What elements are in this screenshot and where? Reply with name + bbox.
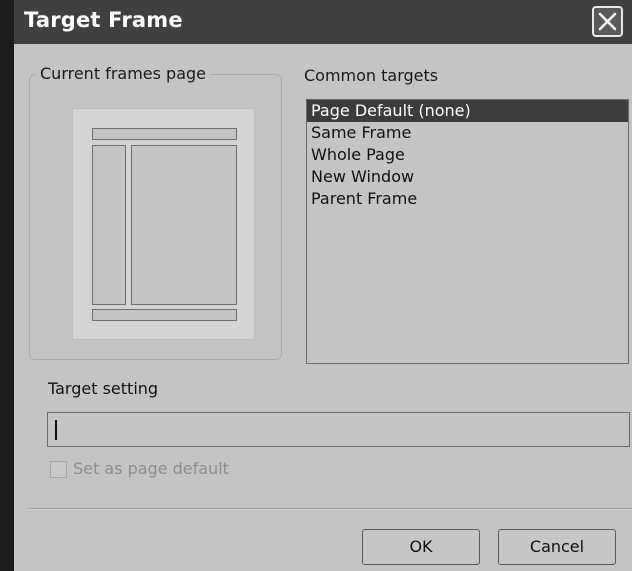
frame-bottom-footer <box>92 309 237 321</box>
list-item-new-window[interactable]: New Window <box>307 166 628 188</box>
text-caret <box>55 420 57 440</box>
page-default-checkbox[interactable] <box>50 461 67 478</box>
close-icon <box>598 12 617 31</box>
list-item-parent-frame[interactable]: Parent Frame <box>307 188 628 210</box>
close-button[interactable] <box>592 6 623 37</box>
ok-button[interactable]: OK <box>362 529 480 565</box>
page-default-checkbox-label: Set as page default <box>73 459 229 478</box>
frame-left-nav <box>92 145 126 305</box>
target-frame-dialog: Target Frame Current frames page Common … <box>0 0 632 571</box>
cancel-button[interactable]: Cancel <box>498 529 616 565</box>
target-setting-input[interactable] <box>47 412 630 447</box>
dialog-title: Target Frame <box>24 8 183 32</box>
title-bar[interactable]: Target Frame <box>0 0 632 44</box>
frames-page-preview <box>72 108 255 340</box>
window-edge <box>0 0 14 571</box>
list-item-same-frame[interactable]: Same Frame <box>307 122 628 144</box>
common-targets-list[interactable]: Page Default (none) Same Frame Whole Pag… <box>306 99 629 364</box>
dialog-body: Current frames page Common targets Page … <box>14 44 632 571</box>
list-item-whole-page[interactable]: Whole Page <box>307 144 628 166</box>
target-setting-label: Target setting <box>48 379 159 398</box>
separator <box>29 508 632 510</box>
list-item-page-default[interactable]: Page Default (none) <box>307 100 628 122</box>
frame-top-banner <box>92 128 237 140</box>
frame-main-content <box>131 145 237 305</box>
current-frames-label: Current frames page <box>36 64 211 83</box>
common-targets-label: Common targets <box>304 66 439 85</box>
